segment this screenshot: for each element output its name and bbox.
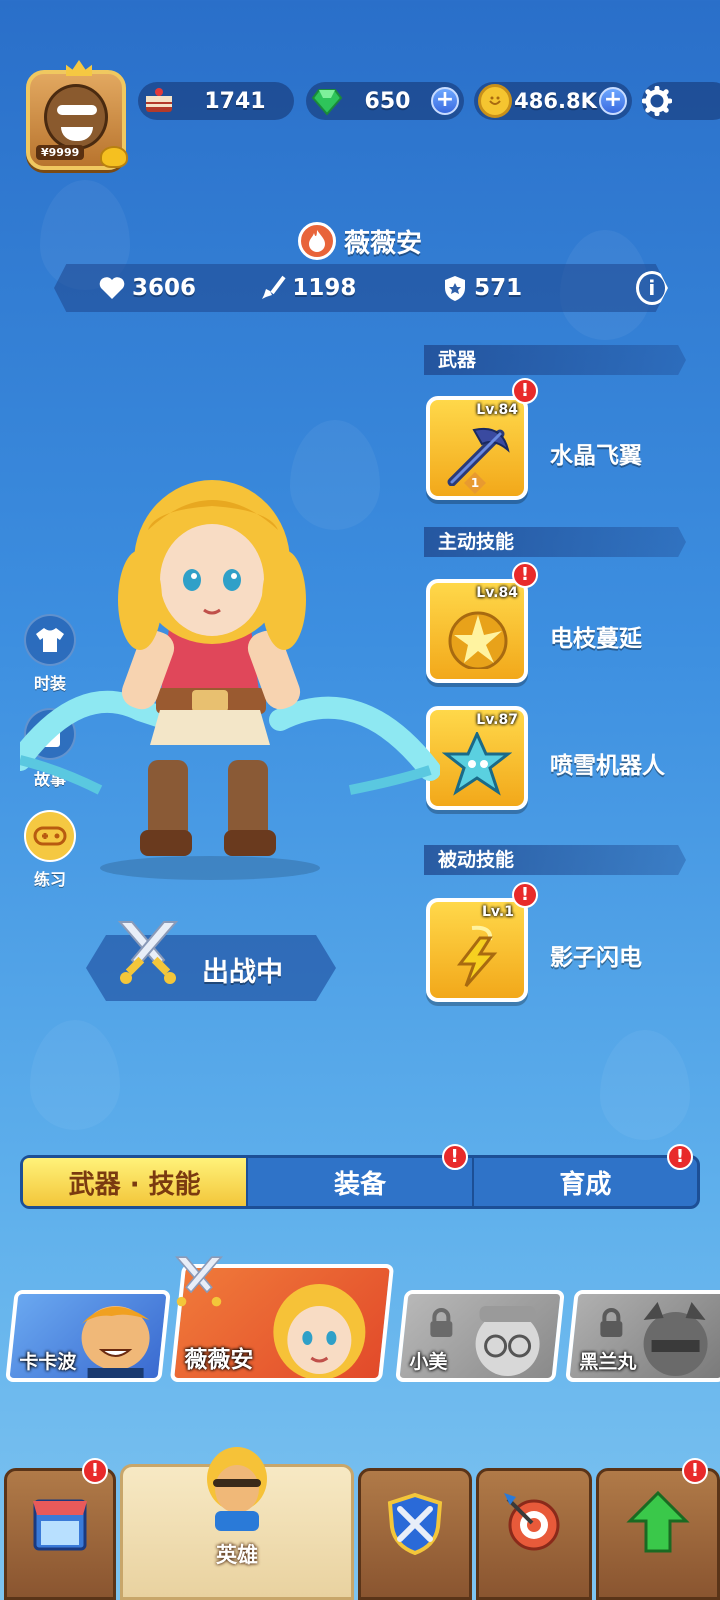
hero-card-kakabo-name: 卡卡波 xyxy=(19,1351,77,1373)
hero-card-xiaomei[interactable]: 小美 xyxy=(395,1290,565,1382)
hero-icon xyxy=(207,1447,267,1531)
player-avatar[interactable]: ¥9999 xyxy=(26,60,128,170)
nav-shop-alert-badge: ! xyxy=(82,1458,108,1484)
tab-equipment-alert-badge: ! xyxy=(441,1144,468,1170)
nav-tab-battle[interactable] xyxy=(358,1468,472,1600)
active-skill-card-2[interactable]: Lv.87 xyxy=(426,706,528,810)
bg-flame-decor xyxy=(30,1020,120,1130)
active-skill-1-name: 电枝蔓延 xyxy=(550,626,642,652)
passive-skill-level: Lv.1 xyxy=(482,904,514,920)
nav-upgrade-alert-badge: ! xyxy=(682,1458,708,1484)
shadow-lightning-skill-icon xyxy=(456,925,498,987)
stat-defense-value: 571 xyxy=(474,275,523,301)
active-skill-2-name: 喷雪机器人 xyxy=(550,753,665,779)
active-skill-2-level: Lv.87 xyxy=(476,712,518,728)
fire-element-icon xyxy=(297,222,336,260)
shield-icon xyxy=(445,276,466,301)
hero-card-xiaomei-name: 小美 xyxy=(409,1351,448,1373)
snow-robot-skill-icon xyxy=(442,732,512,796)
hero-character-model xyxy=(20,480,440,880)
shop-icon xyxy=(33,1499,87,1551)
hero-stats-bar: 3606 1198 571 i xyxy=(54,264,668,312)
electric-vine-skill-icon xyxy=(448,611,508,669)
duck-icon xyxy=(100,146,128,168)
nav-tab-upgrade[interactable] xyxy=(596,1468,720,1600)
hero-name-row: 薇薇安 xyxy=(0,222,720,260)
gear-icon xyxy=(642,86,672,116)
weapon-level: Lv.84 xyxy=(476,402,518,418)
hero-detail-tabs: 武器 · 技能 装备 ! 育成 ! xyxy=(20,1144,700,1209)
battle-shield-icon xyxy=(387,1492,443,1555)
hero-card-vivian-name: 薇薇安 xyxy=(184,1347,254,1373)
gem-icon xyxy=(310,84,344,118)
stat-defense: 571 xyxy=(442,274,555,302)
upgrade-arrow-icon xyxy=(626,1490,690,1553)
avatar-face xyxy=(44,84,108,150)
tab-cultivation-label: 育成 xyxy=(559,1169,612,1200)
stat-attack: 1198 xyxy=(260,275,402,301)
weapon-section-header: 武器 xyxy=(424,345,686,375)
battle-status-text: 出战中 xyxy=(202,957,283,988)
crossed-swords-icon xyxy=(117,921,179,984)
resource-cake: 1741 xyxy=(138,82,294,120)
passive-skill-name: 影子闪电 xyxy=(550,945,642,971)
active-skill-1-alert-badge: ! xyxy=(512,562,538,588)
tab-cultivation-alert-badge: ! xyxy=(666,1144,693,1170)
coin-count: 486.8K xyxy=(514,89,597,113)
passive-skill-alert-badge: ! xyxy=(512,882,538,908)
resource-gem: 650 + xyxy=(306,82,464,120)
bottom-navigation: ! 英雄 ! xyxy=(0,1447,720,1600)
tab-weapon-skill-label: 武器 · 技能 xyxy=(68,1169,201,1200)
hero-card-heilanwan[interactable]: 黑兰丸 xyxy=(565,1290,720,1382)
weapon-name: 水晶飞翼 xyxy=(550,443,642,469)
nav-tab-shop[interactable] xyxy=(4,1468,116,1600)
stat-attack-value: 1198 xyxy=(292,275,357,301)
active-skill-section-header: 主动技能 xyxy=(424,527,686,557)
target-icon xyxy=(504,1493,560,1551)
settings-button[interactable] xyxy=(642,82,720,120)
coin-icon xyxy=(478,84,512,118)
attack-icon xyxy=(262,275,286,299)
resource-coin: 486.8K + xyxy=(474,82,632,120)
lock-icon xyxy=(600,1308,623,1337)
active-skill-1-level: Lv.84 xyxy=(476,585,518,601)
bg-flame-decor xyxy=(600,1030,690,1140)
hero-card-heilanwan-name: 黑兰丸 xyxy=(579,1351,637,1373)
tab-equipment[interactable]: 装备 ! xyxy=(246,1144,471,1206)
tab-equipment-label: 装备 xyxy=(333,1169,386,1200)
hero-portrait-vivian xyxy=(273,1284,366,1380)
nav-hero-label: 英雄 xyxy=(216,1543,258,1567)
tab-cultivation[interactable]: 育成 ! xyxy=(471,1144,697,1206)
nav-tab-target[interactable] xyxy=(476,1468,592,1600)
hero-portrait-xiaomei xyxy=(475,1306,540,1376)
stat-hp-value: 3606 xyxy=(132,275,197,301)
weapon-card[interactable]: Lv.84 1 xyxy=(426,396,528,500)
heart-icon xyxy=(99,277,125,299)
weapon-alert-badge: ! xyxy=(512,378,538,404)
passive-skill-card[interactable]: Lv.1 xyxy=(426,898,528,1002)
avatar-tag: ¥9999 xyxy=(36,145,85,160)
stat-hp: 3606 xyxy=(98,275,230,301)
hero-card-kakabo[interactable]: 卡卡波 xyxy=(5,1290,171,1382)
hero-portrait-heilanwan xyxy=(643,1302,708,1376)
cake-count: 1741 xyxy=(204,88,266,114)
tab-weapon-skill[interactable]: 武器 · 技能 xyxy=(23,1158,247,1206)
nav-tab-hero[interactable]: 英雄 xyxy=(120,1447,354,1600)
add-gem-button[interactable]: + xyxy=(431,87,459,115)
active-skill-card-1[interactable]: Lv.84 xyxy=(426,579,528,683)
info-button[interactable]: i xyxy=(635,271,668,305)
add-coin-button[interactable]: + xyxy=(599,87,627,115)
hero-name: 薇薇安 xyxy=(343,228,422,259)
lock-icon xyxy=(430,1308,453,1337)
passive-skill-section-header: 被动技能 xyxy=(424,845,686,875)
cake-icon xyxy=(142,84,176,118)
hero-portrait-kakabo xyxy=(81,1306,150,1382)
in-battle-swords-icon xyxy=(175,1256,223,1307)
crown-icon xyxy=(66,60,92,76)
gem-count: 650 xyxy=(364,88,411,114)
